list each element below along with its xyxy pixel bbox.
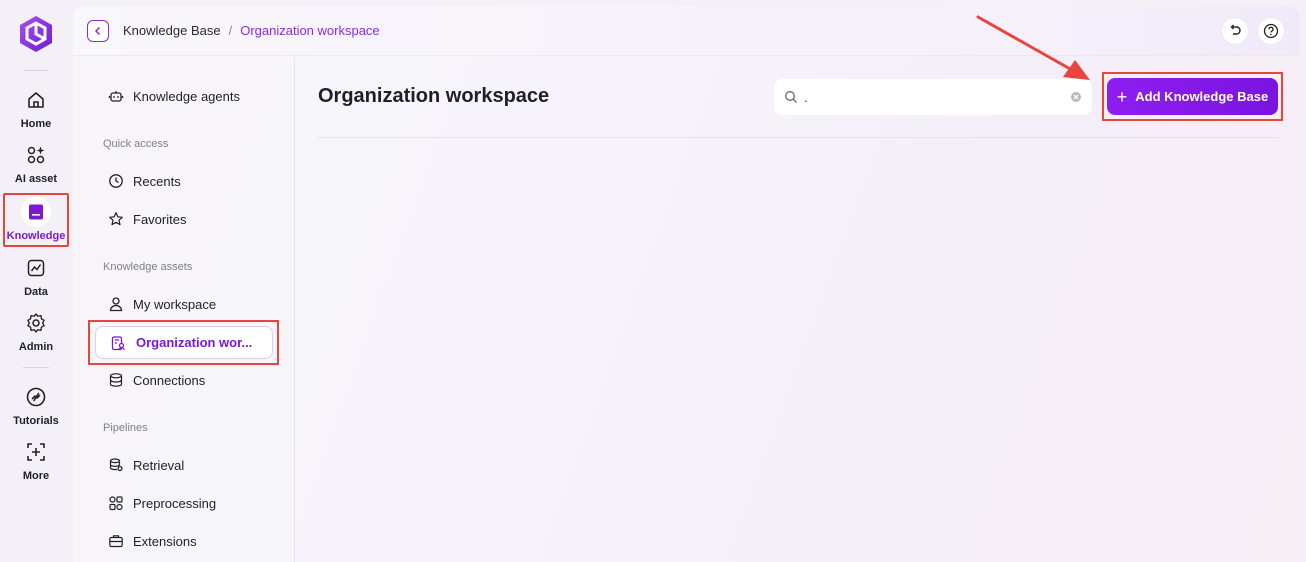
knowledge-sidebar: Knowledge agents Quick access Recents Fa… bbox=[73, 57, 295, 562]
sidebar-item-extensions[interactable]: Extensions bbox=[107, 532, 197, 550]
sidebar-item-preprocessing[interactable]: Preprocessing bbox=[107, 494, 216, 512]
rail-divider bbox=[23, 367, 49, 368]
chevron-left-icon bbox=[94, 26, 101, 35]
user-icon bbox=[107, 295, 125, 313]
breadcrumb-root[interactable]: Knowledge Base bbox=[123, 23, 221, 38]
left-rail: Home AI asset Knowledge Data Admin Tutor… bbox=[0, 0, 72, 562]
sidebar-item-label: Knowledge agents bbox=[133, 88, 240, 104]
rail-item-admin[interactable]: Admin bbox=[3, 306, 69, 357]
robot-icon bbox=[107, 87, 125, 105]
rail-item-more[interactable]: More bbox=[3, 435, 69, 486]
search-icon bbox=[785, 91, 797, 103]
sidebar-item-label: Retrieval bbox=[133, 457, 185, 473]
ai-asset-icon bbox=[24, 143, 48, 167]
organization-icon bbox=[110, 334, 128, 352]
rail-label: Tutorials bbox=[13, 415, 59, 427]
rail-label: Admin bbox=[18, 341, 54, 353]
sidebar-item-knowledge-agents[interactable]: Knowledge agents bbox=[107, 87, 240, 105]
sidebar-item-favorites[interactable]: Favorites bbox=[107, 210, 186, 228]
help-button[interactable] bbox=[1258, 18, 1284, 44]
gear-icon bbox=[24, 311, 48, 335]
rail-divider bbox=[23, 70, 49, 71]
retrieval-icon bbox=[107, 456, 125, 474]
add-button-label: Add Knowledge Base bbox=[1135, 89, 1269, 104]
breadcrumb-current: Organization workspace bbox=[240, 23, 380, 38]
quick-access-heading: Quick access bbox=[103, 138, 169, 150]
rail-label: AI asset bbox=[14, 173, 58, 185]
clock-icon bbox=[107, 172, 125, 190]
data-chart-icon bbox=[24, 256, 48, 280]
rail-item-tutorials[interactable]: Tutorials bbox=[3, 380, 69, 431]
undo-history-icon bbox=[1230, 24, 1241, 35]
sidebar-item-my-workspace[interactable]: My workspace bbox=[107, 295, 216, 313]
home-icon bbox=[24, 88, 48, 112]
rail-item-home[interactable]: Home bbox=[3, 83, 69, 134]
sidebar-item-retrieval[interactable]: Retrieval bbox=[107, 456, 184, 474]
pipelines-heading: Pipelines bbox=[103, 422, 148, 434]
top-right-actions bbox=[1222, 18, 1284, 44]
sidebar-item-label: Extensions bbox=[133, 533, 197, 549]
page-title: Organization workspace bbox=[318, 85, 550, 107]
star-icon bbox=[107, 210, 125, 228]
rail-label: Home bbox=[20, 118, 52, 130]
search-input-value[interactable]: . bbox=[804, 90, 1070, 105]
database-icon bbox=[107, 371, 125, 389]
breadcrumb-separator: / bbox=[228, 23, 233, 38]
briefcase-icon bbox=[107, 532, 125, 550]
rail-item-knowledge[interactable]: Knowledge bbox=[3, 193, 69, 247]
plus-square-icon bbox=[24, 440, 48, 464]
knowledge-icon bbox=[21, 197, 51, 227]
sidebar-item-organization-workspace[interactable]: Organization wor... bbox=[95, 326, 273, 359]
search-input[interactable]: . bbox=[774, 79, 1092, 115]
sidebar-item-label: Connections bbox=[133, 372, 206, 388]
top-bar: Knowledge Base / Organization workspace bbox=[73, 6, 1300, 56]
sidebar-item-label: Favorites bbox=[133, 211, 187, 227]
sidebar-item-label: Preprocessing bbox=[133, 495, 217, 511]
main-panel: Knowledge Base / Organization workspace … bbox=[73, 6, 1300, 562]
sidebar-item-label: My workspace bbox=[133, 296, 217, 312]
rail-label: Data bbox=[24, 286, 48, 298]
clear-search-icon[interactable] bbox=[1070, 91, 1082, 103]
sidebar-item-connections[interactable]: Connections bbox=[107, 371, 205, 389]
rail-item-ai-asset[interactable]: AI asset bbox=[3, 138, 69, 189]
sidebar-item-label: Organization wor... bbox=[136, 335, 253, 350]
tutorials-icon bbox=[24, 385, 48, 409]
content-divider bbox=[318, 137, 1279, 138]
rail-label: Knowledge bbox=[6, 230, 66, 242]
sidebar-item-recents[interactable]: Recents bbox=[107, 172, 181, 190]
add-knowledge-base-button[interactable]: + Add Knowledge Base bbox=[1107, 78, 1278, 115]
rail-label: More bbox=[22, 470, 50, 482]
rail-item-data[interactable]: Data bbox=[3, 251, 69, 302]
preprocessing-icon bbox=[107, 494, 125, 512]
history-button[interactable] bbox=[1222, 18, 1248, 44]
app-logo-icon[interactable] bbox=[17, 14, 55, 54]
sidebar-item-label: Recents bbox=[133, 173, 181, 189]
knowledge-assets-heading: Knowledge assets bbox=[103, 261, 193, 273]
plus-icon: + bbox=[1116, 86, 1128, 107]
back-button[interactable] bbox=[87, 19, 109, 42]
help-icon bbox=[1263, 23, 1279, 39]
